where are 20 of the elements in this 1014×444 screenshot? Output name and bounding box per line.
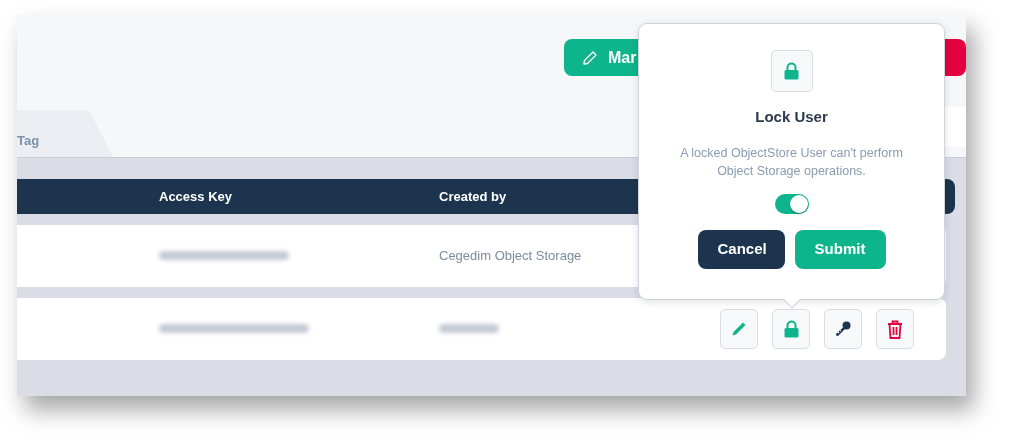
table-cell: Cegedim Object Storage — [439, 248, 582, 264]
blurred-text — [439, 324, 499, 334]
popover-title: Lock User — [755, 107, 828, 127]
column-header: Created by — [439, 188, 507, 204]
key-icon — [834, 320, 852, 338]
column-header: Access Key — [159, 188, 232, 204]
lock-icon — [783, 320, 799, 338]
trash-icon — [887, 319, 903, 339]
key-button[interactable] — [824, 309, 862, 349]
lock-button[interactable] — [772, 309, 810, 349]
popover-message: A locked ObjectStore User can't perform Object Storage operations. — [679, 144, 904, 180]
toggle-switch[interactable] — [774, 193, 809, 214]
cancel-button[interactable]: Cancel — [697, 229, 785, 269]
submit-button[interactable]: Submit — [794, 229, 886, 269]
tab[interactable]: Tag — [17, 110, 113, 157]
pencil-icon — [731, 321, 747, 337]
edit-button[interactable] — [720, 309, 758, 349]
lock-icon — [784, 62, 799, 80]
delete-button[interactable] — [876, 309, 914, 349]
pencil-icon — [582, 49, 598, 66]
